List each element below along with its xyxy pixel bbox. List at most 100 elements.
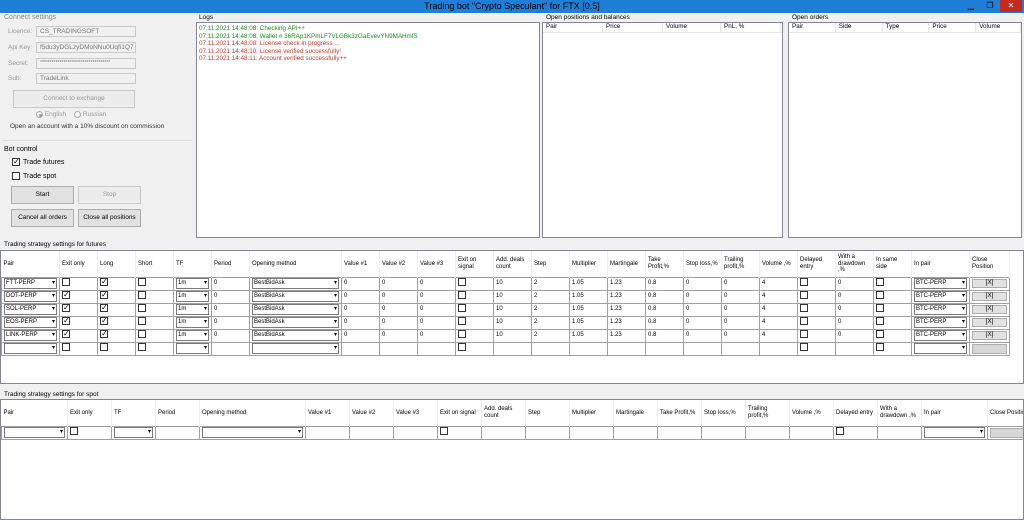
futures-col-header[interactable]: Pair [1, 251, 60, 277]
step-cell[interactable] [531, 341, 570, 356]
close-position-button[interactable]: [X] [972, 292, 1007, 301]
spot-col-header[interactable]: Pair [1, 400, 68, 426]
add-deals-cell[interactable] [493, 341, 532, 356]
lang-russian-option[interactable]: Russian [74, 111, 106, 118]
short-checkbox[interactable] [138, 291, 146, 300]
opening-method-dropdown[interactable]: ▾ [202, 427, 303, 438]
multiplier-cell[interactable]: 1.05 [569, 302, 608, 317]
value-1-cell[interactable] [305, 425, 350, 440]
drawdown-cell[interactable]: 0 [835, 328, 874, 343]
drawdown-cell[interactable]: 0 [835, 276, 874, 291]
close-position-button[interactable]: [X] [972, 305, 1007, 314]
long-checkbox[interactable] [100, 343, 108, 352]
close-position-button[interactable]: [X] [972, 318, 1007, 327]
close-position-button[interactable]: [X] [972, 279, 1007, 288]
step-cell[interactable]: 2 [531, 315, 570, 330]
minimize-button[interactable]: ▁ [962, 0, 980, 12]
martingale-cell[interactable]: 1.23 [607, 302, 646, 317]
close-position-button[interactable] [972, 343, 1007, 354]
in-pair-dropdown[interactable]: BTC-PERP ▾ [914, 304, 967, 315]
take-profit-cell[interactable]: 0.8 [645, 302, 684, 317]
opening-method-dropdown[interactable]: BestBidAsk ▾ [252, 330, 339, 341]
period-cell[interactable]: 0 [211, 276, 250, 291]
short-checkbox[interactable] [138, 304, 146, 313]
start-button[interactable]: Start [11, 186, 74, 204]
trailing-profit-cell[interactable] [745, 425, 790, 440]
exit-only-checkbox[interactable] [70, 427, 78, 436]
multiplier-cell[interactable] [569, 425, 614, 440]
trade-futures-option[interactable]: Trade futures [12, 157, 64, 166]
apikey-field[interactable]: f5du3yDGLzyDMoNNu0Uqfi1Q7 [36, 42, 136, 53]
english-radio[interactable] [36, 111, 43, 118]
step-cell[interactable] [525, 425, 570, 440]
in-pair-dropdown[interactable]: BTC-PERP ▾ [914, 330, 967, 341]
positions-col-header[interactable]: Volume [663, 23, 721, 32]
spot-col-header[interactable]: Period [155, 400, 200, 426]
futures-col-header[interactable]: Take Profit,% [645, 251, 684, 277]
drawdown-cell[interactable]: 0 [835, 289, 874, 304]
value-1-cell[interactable]: 0 [341, 315, 380, 330]
volume-cell[interactable]: 4 [759, 276, 798, 291]
in-pair-dropdown[interactable]: BTC-PERP ▾ [914, 291, 967, 302]
martingale-cell[interactable]: 1.23 [607, 276, 646, 291]
tf-dropdown[interactable]: 1m ▾ [176, 304, 209, 315]
martingale-cell[interactable]: 1.23 [607, 289, 646, 304]
delayed-entry-checkbox[interactable] [836, 427, 844, 436]
long-checkbox[interactable] [100, 278, 108, 287]
futures-col-header[interactable]: Value #2 [379, 251, 418, 277]
futures-col-header[interactable]: Value #3 [417, 251, 456, 277]
opening-method-dropdown[interactable]: BestBidAsk ▾ [252, 291, 339, 302]
delayed-entry-checkbox[interactable] [800, 343, 808, 352]
short-checkbox[interactable] [138, 330, 146, 339]
close-all-positions-button[interactable]: Close all positions [78, 209, 141, 227]
long-checkbox[interactable] [100, 330, 108, 339]
futures-col-header[interactable]: Multiplier [569, 251, 608, 277]
exit-on-signal-checkbox[interactable] [458, 317, 466, 326]
long-checkbox[interactable] [100, 291, 108, 300]
spot-col-header[interactable]: Exit only [67, 400, 112, 426]
orders-col-header[interactable]: Side [836, 23, 883, 32]
tf-dropdown[interactable]: 1m ▾ [176, 330, 209, 341]
futures-col-header[interactable]: Trailing profit,% [721, 251, 760, 277]
value-2-cell[interactable]: 0 [379, 302, 418, 317]
connect-button[interactable]: Connect to exchange [13, 90, 135, 108]
close-position-button[interactable]: [X] [972, 331, 1007, 340]
long-checkbox[interactable] [100, 304, 108, 313]
take-profit-cell[interactable]: 0.8 [645, 315, 684, 330]
martingale-cell[interactable]: 1.23 [607, 315, 646, 330]
in-pair-dropdown[interactable]: ▾ [914, 343, 967, 354]
spot-col-header[interactable]: Close Position [987, 400, 1023, 426]
pair-dropdown[interactable]: DOT-PERP ▾ [4, 291, 57, 302]
futures-col-header[interactable]: Volume ,% [759, 251, 798, 277]
add-deals-cell[interactable]: 10 [493, 328, 532, 343]
trade-spot-checkbox[interactable] [12, 172, 20, 180]
futures-col-header[interactable]: Step [531, 251, 570, 277]
value-1-cell[interactable]: 0 [341, 289, 380, 304]
positions-panel[interactable]: Pair Price Volume PnL, % [542, 22, 783, 238]
spot-col-header[interactable]: Value #1 [305, 400, 350, 426]
in-pair-dropdown[interactable]: BTC-PERP ▾ [914, 278, 967, 289]
spot-col-header[interactable]: Step [525, 400, 570, 426]
stop-loss-cell[interactable]: 0 [683, 276, 722, 291]
spot-col-header[interactable]: Take Profit,% [657, 400, 702, 426]
step-cell[interactable]: 2 [531, 328, 570, 343]
opening-method-dropdown[interactable]: BestBidAsk ▾ [252, 304, 339, 315]
delayed-entry-checkbox[interactable] [800, 304, 808, 313]
futures-col-header[interactable]: Period [211, 251, 250, 277]
spot-col-header[interactable]: Volume ,% [789, 400, 834, 426]
sub-field[interactable]: TradeLink [36, 73, 136, 84]
exit-only-checkbox[interactable] [62, 343, 70, 352]
tf-dropdown[interactable]: ▾ [176, 343, 209, 354]
positions-col-header[interactable]: Price [603, 23, 663, 32]
value-2-cell[interactable]: 0 [379, 289, 418, 304]
exit-only-checkbox[interactable] [62, 317, 70, 326]
cancel-all-orders-button[interactable]: Cancel all orders [11, 209, 74, 227]
futures-col-header[interactable]: Exit on signal [455, 251, 494, 277]
futures-col-header[interactable]: Long [97, 251, 136, 277]
period-cell[interactable]: 0 [211, 328, 250, 343]
exit-on-signal-checkbox[interactable] [458, 278, 466, 287]
drawdown-cell[interactable]: 0 [835, 302, 874, 317]
value-3-cell[interactable] [393, 425, 438, 440]
spot-grid[interactable]: Pair Exit only TF Period Opening method Value… [0, 399, 1024, 520]
pair-dropdown[interactable]: LINK-PERP ▾ [4, 330, 57, 341]
